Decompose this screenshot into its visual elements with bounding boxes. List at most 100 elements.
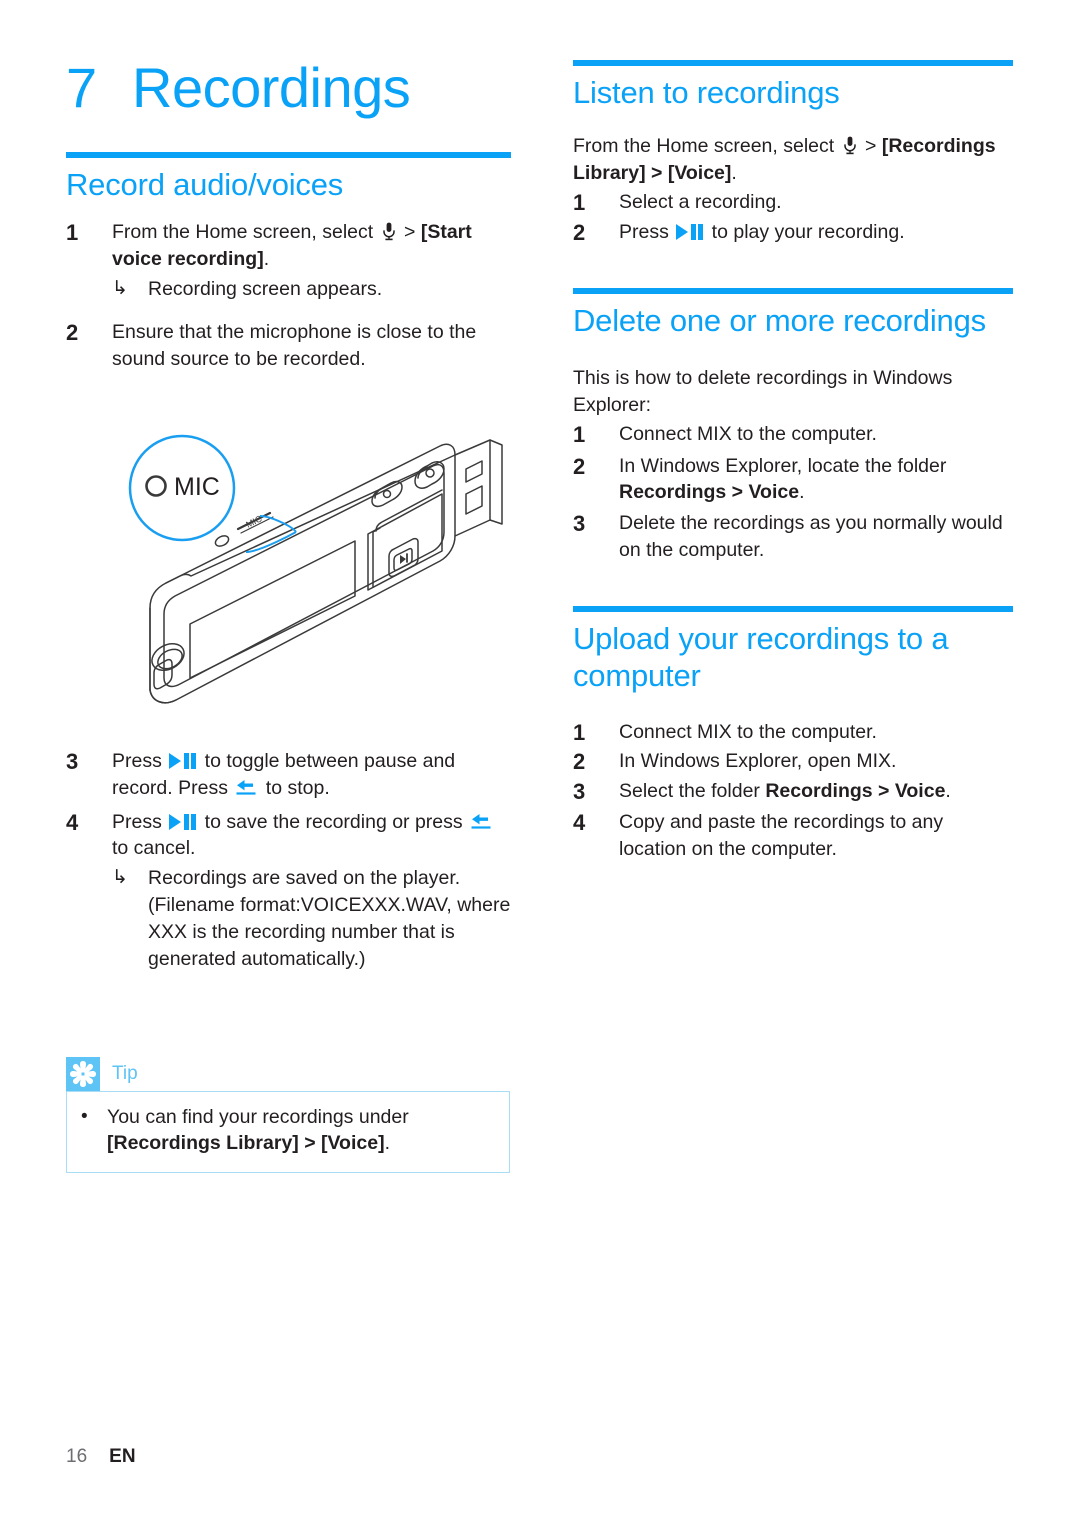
play-pause-icon — [169, 813, 197, 830]
list-item: 1 From the Home screen, select > [Start … — [66, 219, 511, 273]
step-text-after-icon: > — [398, 221, 421, 244]
microphone-icon — [382, 222, 395, 241]
delete-intro: This is how to delete recordings in Wind… — [573, 367, 953, 417]
chapter-title: Recordings — [132, 56, 411, 119]
mic-callout-label: MIC — [174, 473, 220, 501]
step-text: Connect MIX to the computer. — [619, 423, 877, 445]
tip-bullet-item: • You can find your recordings under [Re… — [81, 1104, 495, 1156]
step-number: 2 — [573, 749, 586, 774]
step-seg-2: . — [945, 779, 951, 802]
step-number: 1 — [573, 422, 586, 447]
step-text: Select a recording. — [619, 191, 782, 213]
section-upload-recordings: Upload your recordings to a computer 1 C… — [573, 606, 1013, 863]
step-seg-2: to play your recording. — [706, 220, 905, 243]
subnote-text: Recording screen appears. — [148, 278, 383, 300]
listen-steps-list: 1 Select a recording. 2 Press to play yo… — [573, 189, 1013, 246]
step-text: Delete the recordings as you normally wo… — [619, 512, 1003, 562]
step-number: 3 — [66, 748, 79, 774]
step-seg-3: to cancel. — [112, 837, 196, 860]
listen-intro: From the Home screen, select > [Recordin… — [573, 133, 1013, 187]
chapter-heading: 7 Recordings — [66, 60, 511, 152]
list-item: 1 Connect MIX to the computer. — [573, 421, 1013, 449]
section-title-listen: Listen to recordings — [573, 75, 840, 110]
step-number: 4 — [573, 810, 586, 835]
step-seg-1: In Windows Explorer, locate the folder — [619, 454, 947, 477]
listen-intro-before: From the Home screen, select — [573, 135, 840, 158]
mic-callout: MIC — [128, 434, 297, 553]
step-seg-1: Select the folder — [619, 779, 766, 802]
step-seg-1: Press — [619, 220, 675, 243]
step-number: 4 — [66, 809, 79, 835]
listen-intro-after: > — [859, 135, 882, 158]
list-item: 3 Select the folder Recordings > Voice. — [573, 778, 1013, 806]
step-text-end: . — [263, 248, 270, 271]
tip-header: Tip — [66, 1057, 510, 1091]
step-text: Press to play your recording. — [619, 219, 1013, 246]
step-number: 1 — [573, 190, 586, 215]
step-number: 2 — [573, 453, 586, 479]
section-rule-listen — [573, 60, 1013, 66]
section-rule-delete — [573, 288, 1013, 294]
right-column: Listen to recordings From the Home scree… — [573, 60, 1013, 863]
tip-text-plain: You can find your recordings under — [107, 1106, 409, 1128]
tip-text-bold: [Recordings Library] > [Voice] — [107, 1132, 385, 1155]
record-steps-list: 1 From the Home screen, select > [Start … — [66, 219, 511, 373]
page-footer: 16 EN — [66, 1446, 136, 1468]
step-text-bold: Recordings > Voice — [619, 481, 800, 504]
step-text: Copy and paste the recordings to any loc… — [619, 811, 944, 860]
list-item: 3 Delete the recordings as you normally … — [573, 510, 1013, 564]
section-title-record-audio: Record audio/voices — [66, 167, 344, 202]
step-seg-2: to save the recording or press — [199, 810, 469, 833]
step-text-bold: Recordings > Voice — [765, 779, 946, 802]
section-title-delete: Delete one or more recordings — [573, 303, 986, 338]
tip-text-end: . — [384, 1132, 390, 1155]
list-item: 4 Press to save the recording or press t… — [66, 809, 511, 863]
subnote-arrow-icon: ↳ — [112, 278, 128, 299]
step-text: From the Home screen, select > [Start vo… — [112, 219, 511, 273]
step-text: Connect MIX to the computer. — [619, 720, 877, 743]
section-rule-upload — [573, 606, 1013, 613]
list-item: 2 In Windows Explorer, open MIX. — [573, 748, 1013, 776]
step-number: 3 — [573, 511, 586, 537]
step-text: In Windows Explorer, locate the folder R… — [619, 453, 1013, 507]
listen-intro-end: . — [731, 162, 737, 185]
bullet-dot-icon: • — [81, 1106, 88, 1127]
tip-text: You can find your recordings under [Reco… — [107, 1104, 495, 1156]
list-item: 4 Copy and paste the recordings to any l… — [573, 809, 1013, 863]
page-number: 16 — [66, 1446, 88, 1467]
step-number: 2 — [66, 319, 79, 345]
list-item: 1 Connect MIX to the computer. — [573, 719, 1013, 747]
section-title-upload: Upload your recordings to a computer — [573, 621, 949, 694]
step-text: In Windows Explorer, open MIX. — [619, 750, 897, 772]
step-seg-1: Press — [112, 810, 168, 833]
microphone-icon — [843, 136, 856, 155]
play-pause-icon — [676, 223, 704, 240]
step-seg-2: . — [799, 481, 805, 504]
step-number: 1 — [66, 220, 79, 246]
step-text: Ensure that the microphone is close to t… — [112, 320, 477, 370]
section-delete-recordings: Delete one or more recordings This is ho… — [573, 288, 1013, 564]
step-subnote: ↳ Recording screen appears. — [66, 276, 511, 303]
list-item: 2 Ensure that the microphone is close to… — [66, 319, 511, 373]
list-item: 1 Select a recording. — [573, 189, 1013, 217]
step-text-before: From the Home screen, select — [112, 221, 379, 244]
step-subnote: ↳ Recordings are saved on the player. (F… — [66, 865, 511, 973]
tip-asterisk-icon — [66, 1057, 100, 1091]
tip-label: Tip — [112, 1063, 138, 1084]
step-text: Press to save the recording or press to … — [112, 809, 511, 863]
manual-page: 7 Recordings Record audio/voices 1 From … — [0, 0, 1080, 1526]
tip-box: Tip • You can find your recordings under… — [66, 1057, 510, 1174]
section-listen-to-recordings: Listen to recordings From the Home scree… — [573, 60, 1013, 246]
philips-mix-player-illustration: MIC MIC — [128, 434, 503, 704]
subnote-arrow-icon: ↳ — [112, 867, 128, 889]
language-code: EN — [109, 1446, 136, 1467]
step-text: Select the folder Recordings > Voice. — [619, 778, 1013, 805]
list-item: 2 In Windows Explorer, locate the folder… — [573, 453, 1013, 507]
delete-steps-list: 1 Connect MIX to the computer. 2 In Wind… — [573, 421, 1013, 564]
section-rule-record — [66, 152, 511, 158]
tip-body: • You can find your recordings under [Re… — [66, 1091, 510, 1174]
back-stop-icon — [471, 813, 491, 829]
list-item: 2 Press to play your recording. — [573, 219, 1013, 247]
step-number: 1 — [573, 719, 586, 745]
upload-steps-list: 1 Connect MIX to the computer. 2 In Wind… — [573, 719, 1013, 863]
